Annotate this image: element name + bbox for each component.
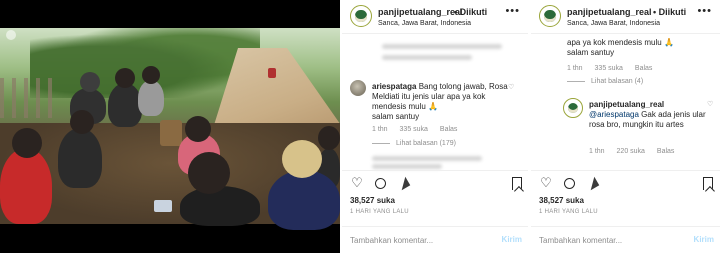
person-head bbox=[80, 72, 100, 92]
reply-button[interactable]: Balas bbox=[635, 65, 653, 72]
profile-avatar[interactable] bbox=[539, 5, 561, 27]
view-replies-button[interactable]: Lihat balasan (4) bbox=[567, 78, 643, 85]
person-head bbox=[12, 128, 42, 158]
reply-likes[interactable]: 220 suka bbox=[617, 148, 645, 155]
person bbox=[58, 128, 102, 188]
share-icon[interactable] bbox=[396, 176, 410, 190]
heart-icon[interactable]: ♡ bbox=[350, 175, 364, 190]
username-link[interactable]: panjipetualang_real bbox=[378, 7, 463, 17]
comment-meta: 1 thn 335 suka Balas bbox=[567, 65, 662, 72]
reply-text: panjipetualang_real @ariespataga Gak ada… bbox=[589, 100, 709, 130]
pray-emoji-icon: 🙏 bbox=[428, 102, 439, 111]
phone-icon bbox=[154, 200, 172, 212]
person-red-shirt bbox=[0, 148, 52, 224]
follow-label: Diikuti bbox=[658, 7, 687, 17]
comment-text: ariespataga Bang tolong jawab, Rosa Meld… bbox=[372, 82, 512, 122]
post-header: panjipetualang_real • Diikuti Sanca, Jaw… bbox=[342, 0, 528, 34]
prev-comment-body-line2: salam santuy bbox=[567, 48, 615, 57]
instagram-post-panel-left: panjipetualang_real • Diikuti Sanca, Jaw… bbox=[342, 0, 528, 253]
separator: • bbox=[454, 7, 458, 17]
motorbike-rider bbox=[268, 68, 276, 78]
blurred-text bbox=[372, 164, 442, 169]
post-comment-button[interactable]: Kirim bbox=[694, 235, 714, 244]
reply-username[interactable]: panjipetualang_real bbox=[589, 100, 664, 109]
view-replies-button[interactable]: Lihat balasan (179) bbox=[372, 140, 456, 147]
previous-comment-text: apa ya kok mendesis mulu 🙏 salam santuy bbox=[567, 38, 707, 58]
reply-meta: 1 thn 220 suka Balas bbox=[589, 148, 684, 155]
fence bbox=[0, 78, 55, 118]
blurred-text bbox=[382, 44, 502, 49]
post-header: panjipetualang_real • Diikuti Sanca, Jaw… bbox=[531, 0, 720, 34]
reply-avatar[interactable] bbox=[563, 98, 583, 118]
blurred-text bbox=[382, 55, 472, 60]
share-icon[interactable] bbox=[585, 176, 599, 190]
heart-icon[interactable]: ♡ bbox=[539, 175, 553, 190]
location-link[interactable]: Sanca, Jawa Barat, Indonesia bbox=[378, 20, 471, 27]
person-head-blonde bbox=[282, 140, 322, 178]
person-with-phone bbox=[180, 186, 260, 226]
post-comment-button[interactable]: Kirim bbox=[502, 235, 522, 244]
separator: • bbox=[653, 7, 657, 17]
person-head bbox=[185, 116, 211, 142]
commenter-avatar[interactable] bbox=[350, 80, 366, 96]
comment-icon[interactable] bbox=[373, 176, 387, 190]
bookmark-icon[interactable] bbox=[510, 176, 524, 190]
likes-count[interactable]: 38,527 suka bbox=[539, 196, 584, 205]
username-link[interactable]: panjipetualang_real bbox=[567, 7, 652, 17]
add-comment-input[interactable] bbox=[350, 233, 490, 247]
comment-body-line2: salam santuy bbox=[372, 112, 420, 121]
reply-button[interactable]: Balas bbox=[440, 126, 458, 133]
follow-status[interactable]: • Diikuti bbox=[454, 7, 487, 17]
mention-link[interactable]: @ariespataga bbox=[589, 110, 639, 119]
reply-button[interactable]: Balas bbox=[657, 148, 675, 155]
comment-icon[interactable] bbox=[562, 176, 576, 190]
add-comment-input[interactable] bbox=[539, 233, 679, 247]
ellipsis-icon[interactable]: ••• bbox=[697, 5, 712, 17]
bookmark-icon[interactable] bbox=[701, 176, 715, 190]
location-link[interactable]: Sanca, Jawa Barat, Indonesia bbox=[567, 20, 660, 27]
comment-meta: 1 thn 335 suka Balas bbox=[372, 126, 467, 133]
post-actions: ♡ bbox=[531, 170, 720, 190]
likes-count[interactable]: 38,527 suka bbox=[350, 196, 395, 205]
blurred-text bbox=[372, 156, 482, 161]
comment-time: 1 thn bbox=[372, 126, 388, 133]
person bbox=[108, 83, 142, 127]
person bbox=[138, 80, 164, 116]
add-comment-bar: Kirim bbox=[342, 226, 528, 252]
instagram-post-panel-right: panjipetualang_real • Diikuti Sanca, Jaw… bbox=[531, 0, 720, 253]
heart-outline-icon[interactable]: ♡ bbox=[508, 83, 514, 91]
comment-time: 1 thn bbox=[567, 65, 583, 72]
comment-likes[interactable]: 335 suka bbox=[595, 65, 623, 72]
post-photo[interactable] bbox=[0, 0, 340, 253]
person-head bbox=[115, 68, 135, 88]
heart-outline-icon[interactable]: ♡ bbox=[707, 100, 713, 108]
person-head bbox=[318, 126, 340, 150]
post-actions: ♡ bbox=[342, 170, 528, 190]
comment-likes[interactable]: 335 suka bbox=[400, 126, 428, 133]
post-timestamp: 1 HARI YANG LALU bbox=[539, 209, 598, 215]
post-timestamp: 1 HARI YANG LALU bbox=[350, 209, 409, 215]
reply-time: 1 thn bbox=[589, 148, 605, 155]
person-head bbox=[70, 110, 94, 134]
photo-control-icon[interactable] bbox=[6, 30, 16, 40]
pray-emoji-icon: 🙏 bbox=[663, 38, 674, 47]
add-comment-bar: Kirim bbox=[531, 226, 720, 252]
tree-stump bbox=[160, 120, 182, 146]
follow-status[interactable]: • Diikuti bbox=[653, 7, 686, 17]
person-head bbox=[142, 66, 160, 84]
ellipsis-icon[interactable]: ••• bbox=[505, 5, 520, 17]
prev-comment-body: apa ya kok mendesis mulu bbox=[567, 38, 662, 47]
person-blue-jacket bbox=[268, 170, 340, 230]
follow-label: Diikuti bbox=[459, 7, 488, 17]
comment-username[interactable]: ariespataga bbox=[372, 82, 416, 91]
person-head bbox=[188, 152, 230, 194]
profile-avatar[interactable] bbox=[350, 5, 372, 27]
